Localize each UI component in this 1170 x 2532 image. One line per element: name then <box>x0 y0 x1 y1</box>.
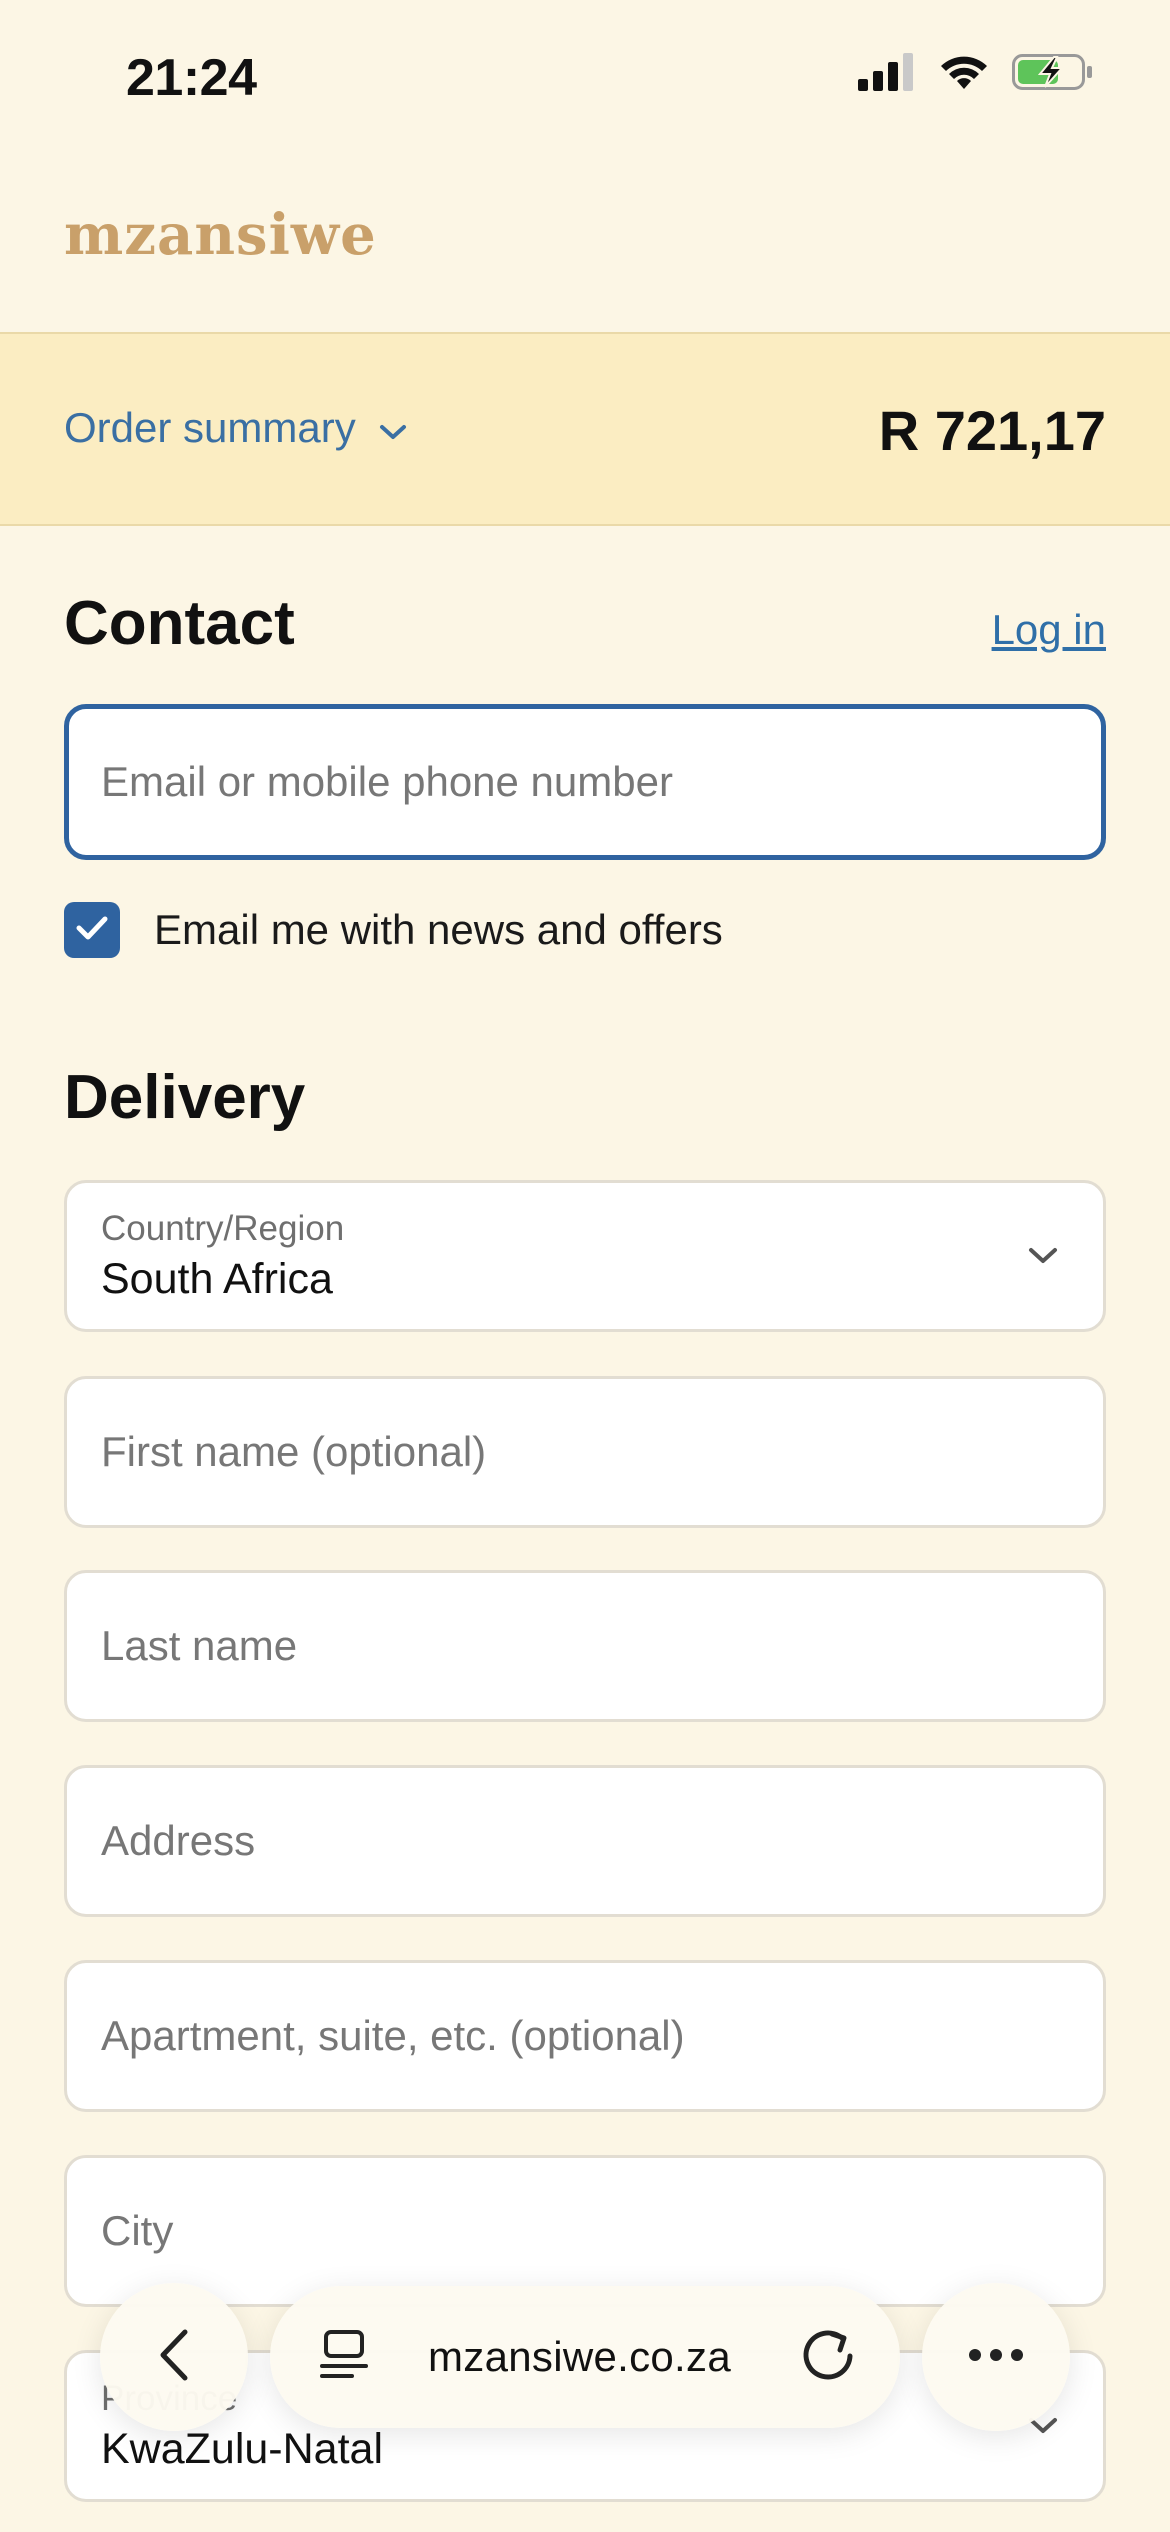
contact-heading: Contact <box>64 589 295 658</box>
country-label: Country/Region <box>101 1209 345 1248</box>
status-icons <box>858 52 1094 97</box>
apartment-field[interactable]: Apartment, suite, etc. (optional) <box>64 1960 1106 2112</box>
status-bar: 21:24 <box>0 0 1170 150</box>
page-menu-icon[interactable] <box>316 2328 372 2391</box>
country-select[interactable]: Country/Region South Africa <box>64 1180 1106 1332</box>
last-name-field[interactable]: Last name <box>64 1570 1106 1722</box>
order-summary-toggle[interactable]: Order summary <box>64 404 408 452</box>
order-summary-label: Order summary <box>64 404 356 451</box>
reload-icon[interactable] <box>800 2326 860 2391</box>
brand-header: mzansiwe <box>0 150 1170 332</box>
checkmark-icon <box>75 914 109 947</box>
address-bar[interactable]: mzansiwe.co.za <box>270 2286 900 2428</box>
chevron-left-icon <box>157 2328 191 2387</box>
chevron-down-icon <box>1027 1245 1059 1272</box>
newsletter-option[interactable]: Email me with news and offers <box>64 902 723 958</box>
chevron-down-icon <box>378 404 408 452</box>
province-value: KwaZulu-Natal <box>101 2425 383 2473</box>
address-placeholder: Address <box>101 1817 256 1864</box>
address-field[interactable]: Address <box>64 1765 1106 1917</box>
email-placeholder: Email or mobile phone number <box>101 758 673 805</box>
login-link[interactable]: Log in <box>992 606 1106 654</box>
city-placeholder: City <box>101 2207 174 2254</box>
browser-toolbar: mzansiwe.co.za <box>0 2282 1170 2432</box>
newsletter-label: Email me with news and offers <box>154 906 723 953</box>
battery-charging-icon <box>1012 52 1094 97</box>
cellular-signal-icon <box>858 53 916 96</box>
newsletter-checkbox[interactable] <box>64 902 120 958</box>
browser-back-button[interactable] <box>100 2283 248 2431</box>
more-options-icon <box>968 2348 1024 2367</box>
apartment-placeholder: Apartment, suite, etc. (optional) <box>101 2012 685 2059</box>
brand-logo[interactable]: mzansiwe <box>64 202 377 268</box>
first-name-field[interactable]: First name (optional) <box>64 1376 1106 1528</box>
first-name-placeholder: First name (optional) <box>101 1428 487 1475</box>
country-value: South Africa <box>101 1255 333 1303</box>
last-name-placeholder: Last name <box>101 1622 298 1669</box>
order-total: R 721,17 <box>878 399 1106 462</box>
order-summary-bar[interactable]: Order summary R 721,17 <box>0 332 1170 526</box>
browser-more-button[interactable] <box>922 2283 1070 2431</box>
url-text: mzansiwe.co.za <box>428 2333 731 2380</box>
email-field[interactable]: Email or mobile phone number <box>64 704 1106 860</box>
delivery-heading: Delivery <box>64 1063 306 1132</box>
wifi-icon <box>938 53 990 96</box>
status-time: 21:24 <box>126 49 257 107</box>
